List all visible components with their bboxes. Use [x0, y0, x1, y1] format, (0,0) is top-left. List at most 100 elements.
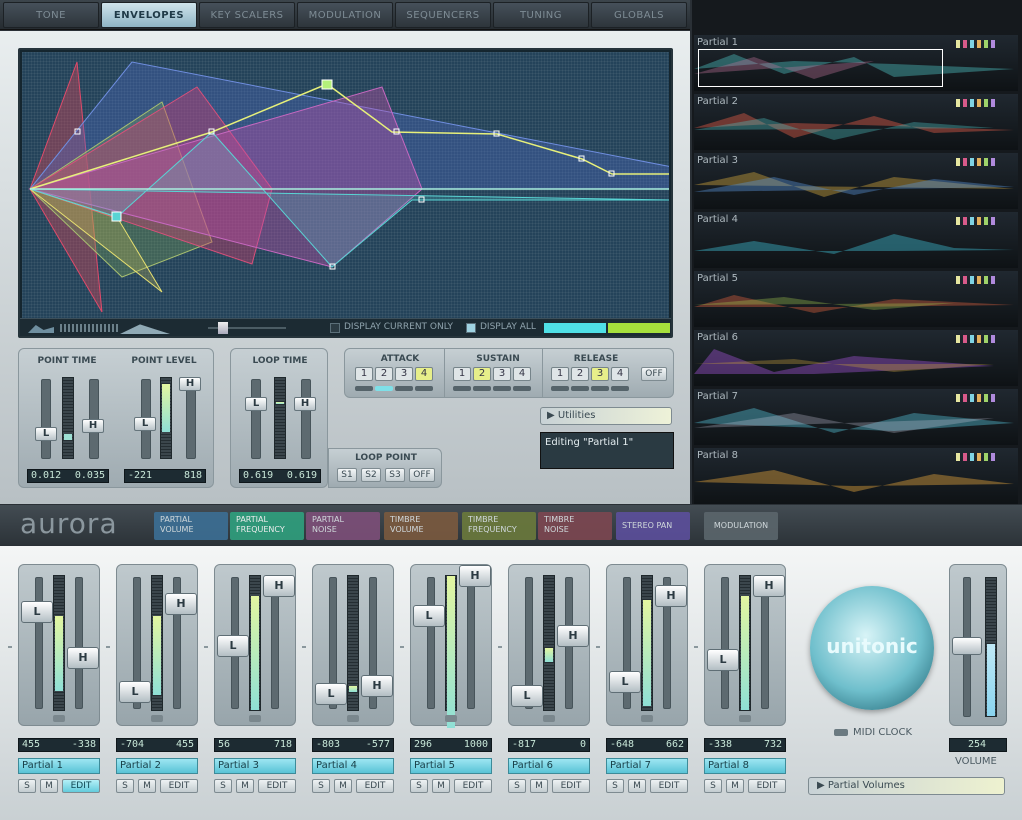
envelope-grid[interactable] [22, 52, 673, 320]
point-level-low-knob[interactable]: L [134, 417, 156, 431]
mute-button[interactable]: M [236, 779, 254, 793]
tab-tone[interactable]: TONE [3, 2, 99, 28]
loop-point-s1[interactable]: S1 [337, 468, 357, 482]
point-level-high-track[interactable] [186, 379, 196, 459]
point-time-low-track[interactable] [41, 379, 51, 459]
utilities-dropdown[interactable]: ▶ Utilities [540, 407, 672, 425]
midi-clock-led[interactable] [834, 729, 848, 736]
mute-button[interactable]: M [628, 779, 646, 793]
edit-button[interactable]: EDIT [356, 779, 394, 793]
release-2[interactable]: 2 [571, 367, 589, 381]
strip-name-field[interactable]: Partial 7 [606, 758, 688, 774]
release-1[interactable]: 1 [551, 367, 569, 381]
attack-4[interactable]: 4 [415, 367, 433, 381]
attack-3[interactable]: 3 [395, 367, 413, 381]
low-fader-track[interactable] [35, 577, 43, 709]
tab-timbre-volume[interactable]: TIMBRE VOLUME [384, 512, 458, 540]
release-3[interactable]: 3 [591, 367, 609, 381]
low-fader-knob[interactable]: L [707, 649, 739, 671]
release-off-button[interactable]: OFF [641, 367, 667, 381]
envelope-shapes[interactable] [22, 52, 673, 320]
solo-button[interactable]: S [508, 779, 526, 793]
attack-2[interactable]: 2 [375, 367, 393, 381]
tab-tuning[interactable]: TUNING [493, 2, 589, 28]
low-fader-knob[interactable]: L [413, 605, 445, 627]
high-fader-knob[interactable]: H [67, 647, 99, 669]
high-fader-knob[interactable]: H [361, 675, 393, 697]
display-color-cyan[interactable] [544, 323, 606, 333]
partial-thumb-7[interactable]: Partial 7 [694, 389, 1018, 445]
high-fader-knob[interactable]: H [655, 585, 687, 607]
strip-range-readout[interactable]: 56 718 [214, 738, 296, 752]
tab-stereo-pan[interactable]: STEREO PAN [616, 512, 690, 540]
strip-name-field[interactable]: Partial 8 [704, 758, 786, 774]
high-fader-knob[interactable]: H [557, 625, 589, 647]
mute-button[interactable]: M [432, 779, 450, 793]
edit-button[interactable]: EDIT [748, 779, 786, 793]
attack-1[interactable]: 1 [355, 367, 373, 381]
strip-range-readout[interactable]: -648 662 [606, 738, 688, 752]
envelope-graph[interactable]: DISPLAY CURRENT ONLY DISPLAY ALL [18, 48, 673, 338]
display-current-only-checkbox[interactable] [330, 323, 340, 333]
point-level-high-knob[interactable]: H [179, 377, 201, 391]
strip-name-field[interactable]: Partial 2 [116, 758, 198, 774]
sustain-2[interactable]: 2 [473, 367, 491, 381]
release-4[interactable]: 4 [611, 367, 629, 381]
partial-thumb-4[interactable]: Partial 4 [694, 212, 1018, 268]
edit-button[interactable]: EDIT [650, 779, 688, 793]
low-fader-knob[interactable]: L [609, 671, 641, 693]
partial-thumb-3[interactable]: Partial 3 [694, 153, 1018, 209]
tab-envelopes[interactable]: ENVELOPES [101, 2, 197, 28]
strip-range-readout[interactable]: -817 0 [508, 738, 590, 752]
tab-timbre-frequency[interactable]: TIMBRE FREQUENCY [462, 512, 536, 540]
partial-thumb-5[interactable]: Partial 5 [694, 271, 1018, 327]
edit-button[interactable]: EDIT [160, 779, 198, 793]
partial-thumb-8[interactable]: Partial 8 [694, 448, 1018, 504]
strip-range-readout[interactable]: 455 -338 [18, 738, 100, 752]
edit-button[interactable]: EDIT [258, 779, 296, 793]
loop-time-high-knob[interactable]: H [294, 397, 316, 411]
loop-time-high-track[interactable] [301, 379, 311, 459]
loop-point-off[interactable]: OFF [409, 468, 435, 482]
tab-key-scalers[interactable]: KEY SCALERS [199, 2, 295, 28]
high-fader-knob[interactable]: H [753, 575, 785, 597]
solo-button[interactable]: S [214, 779, 232, 793]
high-fader-knob[interactable]: H [263, 575, 295, 597]
strip-name-field[interactable]: Partial 1 [18, 758, 100, 774]
loop-point-s3[interactable]: S3 [385, 468, 405, 482]
tab-timbre-noise[interactable]: TIMBRE NOISE [538, 512, 612, 540]
mute-button[interactable]: M [726, 779, 744, 793]
loop-time-low-knob[interactable]: L [245, 397, 267, 411]
low-fader-track[interactable] [721, 577, 729, 709]
display-color-green[interactable] [608, 323, 670, 333]
low-fader-track[interactable] [427, 577, 435, 709]
strip-name-field[interactable]: Partial 3 [214, 758, 296, 774]
low-fader-knob[interactable]: L [315, 683, 347, 705]
scroll-handle[interactable] [218, 322, 228, 334]
volume-fader[interactable] [952, 637, 982, 655]
edit-button[interactable]: EDIT [454, 779, 492, 793]
high-fader-knob[interactable]: H [165, 593, 197, 615]
partial-thumb-2[interactable]: Partial 2 [694, 94, 1018, 150]
tab-modulation-matrix[interactable]: MODULATION [704, 512, 778, 540]
solo-button[interactable]: S [606, 779, 624, 793]
point-level-readout[interactable]: -221 818 [124, 469, 206, 483]
solo-button[interactable]: S [410, 779, 428, 793]
tab-modulation[interactable]: MODULATION [297, 2, 393, 28]
partial-thumb-6[interactable]: Partial 6 [694, 330, 1018, 386]
edit-button[interactable]: EDIT [552, 779, 590, 793]
low-fader-knob[interactable]: L [21, 601, 53, 623]
solo-button[interactable]: S [116, 779, 134, 793]
unitonic-dial[interactable]: unitonic [810, 586, 934, 710]
tab-partial-volume[interactable]: PARTIAL VOLUME [154, 512, 228, 540]
low-fader-knob[interactable]: L [119, 681, 151, 703]
solo-button[interactable]: S [312, 779, 330, 793]
strip-name-field[interactable]: Partial 5 [410, 758, 492, 774]
point-time-low-knob[interactable]: L [35, 427, 57, 441]
loop-time-readout[interactable]: 0.619 0.619 [239, 469, 321, 483]
loop-point-s2[interactable]: S2 [361, 468, 381, 482]
mute-button[interactable]: M [138, 779, 156, 793]
strip-range-readout[interactable]: -803 -577 [312, 738, 394, 752]
strip-range-readout[interactable]: 296 1000 [410, 738, 492, 752]
sustain-1[interactable]: 1 [453, 367, 471, 381]
